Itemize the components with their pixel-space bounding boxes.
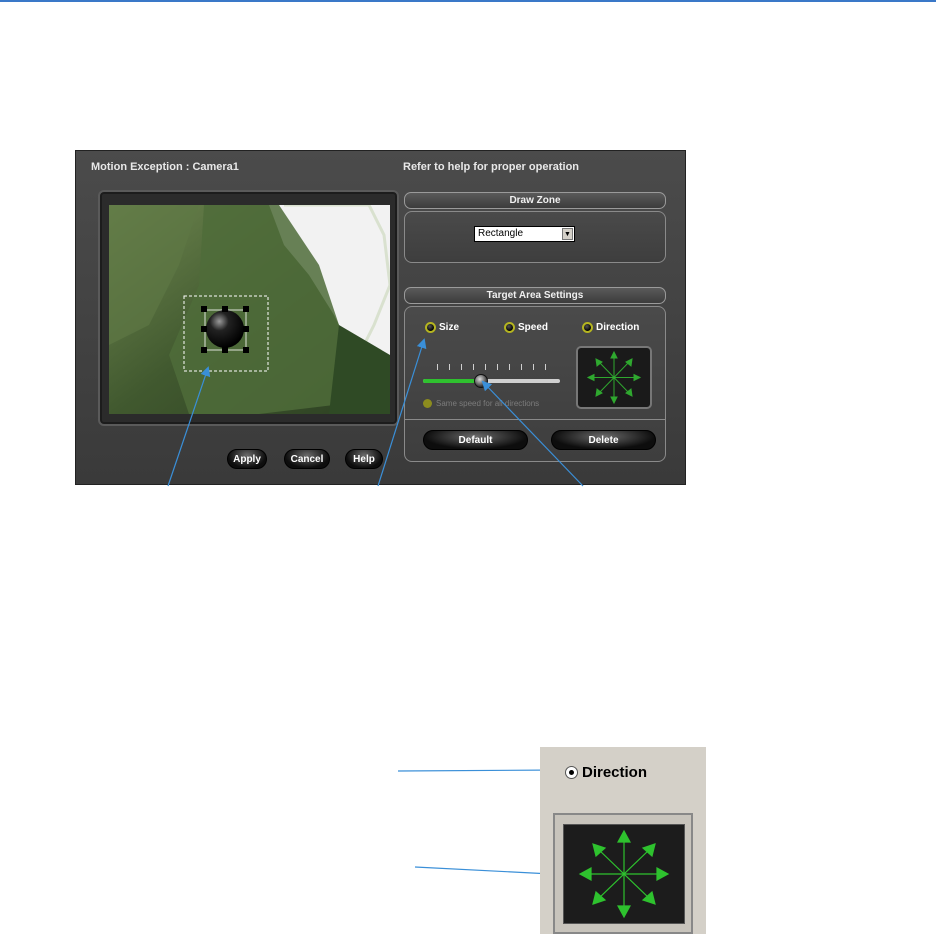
inset-radio-direction[interactable]: Direction	[565, 764, 647, 781]
annotation-arrows	[167, 338, 592, 881]
inset-direction-box	[553, 813, 693, 934]
direction-arrows-icon	[578, 829, 670, 919]
direction-zoom-inset: Direction	[540, 747, 706, 934]
callout-arrow-size	[377, 338, 427, 487]
callout-arrow-slider	[481, 380, 584, 487]
inset-direction-pad[interactable]	[563, 824, 685, 924]
callout-arrow-direction	[397, 765, 562, 776]
inset-radio-label: Direction	[582, 764, 648, 781]
callout-arrow-selection	[167, 366, 211, 487]
inset-radio-indicator	[565, 766, 578, 779]
